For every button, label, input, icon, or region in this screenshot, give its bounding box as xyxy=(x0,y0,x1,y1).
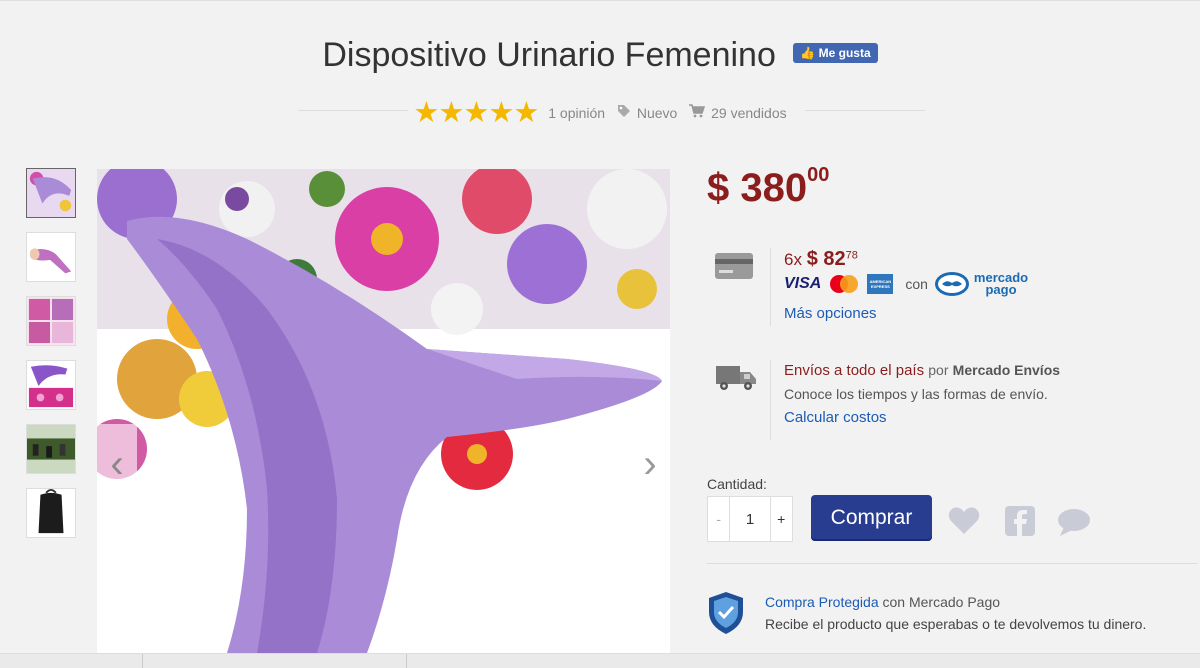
next-image-button[interactable]: › xyxy=(630,424,670,504)
shield-check-icon xyxy=(709,592,743,634)
payment-divider xyxy=(770,248,771,326)
quantity-decrease-button[interactable]: - xyxy=(708,497,731,541)
tab-separator xyxy=(406,654,407,668)
product-meta: ★★★★★ 1 opinión Nuevo 29 vendidos xyxy=(0,95,1200,129)
chevron-right-icon: › xyxy=(643,441,657,486)
payment-logos: VISA AMERICAN EXPRESS con mercado pago xyxy=(784,271,1028,297)
thumbnail-6[interactable] xyxy=(26,488,76,538)
prev-image-button[interactable]: ‹ xyxy=(97,424,137,504)
star-icon: ★ xyxy=(413,97,439,129)
mercado-pago-logo: mercado pago xyxy=(934,271,1028,297)
heart-icon[interactable] xyxy=(946,503,982,539)
rating-stars[interactable]: ★★★★★ xyxy=(413,97,542,129)
chat-bubble-icon[interactable] xyxy=(1056,503,1092,539)
thumbnail-list xyxy=(26,168,78,552)
star-icon: ★ xyxy=(513,97,539,129)
price-currency: $ xyxy=(707,166,730,210)
product-price: $ 38000 xyxy=(707,163,830,211)
installment-amount: 82 xyxy=(823,248,846,270)
protection-title: Compra Protegida con Mercado Pago xyxy=(765,594,1001,610)
thumbnail-1[interactable] xyxy=(26,168,76,218)
facebook-icon[interactable] xyxy=(1002,503,1038,539)
quantity-input[interactable]: 1 xyxy=(730,497,771,541)
main-product-image[interactable]: ‹ › xyxy=(97,169,670,653)
installment-cents: 78 xyxy=(845,249,858,262)
section-divider xyxy=(707,563,1197,564)
star-icon: ★ xyxy=(438,97,464,129)
credit-card-icon xyxy=(715,253,753,279)
mastercard-logo xyxy=(827,274,861,294)
truck-icon xyxy=(716,366,756,390)
buy-button[interactable]: Comprar xyxy=(811,495,932,541)
product-photo xyxy=(97,169,670,653)
quantity-stepper: - 1 + xyxy=(707,496,793,542)
quantity-increase-button[interactable]: + xyxy=(771,497,792,541)
protection-description: Recibe el producto que esperabas o te de… xyxy=(765,616,1147,632)
quantity-label: Cantidad: xyxy=(707,476,767,492)
more-options-link[interactable]: Más opciones xyxy=(784,305,877,322)
like-label: Me gusta xyxy=(818,46,871,61)
handshake-icon xyxy=(934,272,969,296)
chevron-left-icon: ‹ xyxy=(110,441,124,486)
thumbnail-3[interactable] xyxy=(26,296,76,346)
thumbnail-4[interactable] xyxy=(26,360,76,410)
facebook-like-button[interactable]: 👍 Me gusta xyxy=(793,43,878,64)
shipping-description: Conoce los tiempos y las formas de envío… xyxy=(784,386,1048,402)
tab-separator xyxy=(142,654,143,668)
opinions-link[interactable]: 1 opinión xyxy=(548,105,605,121)
calculate-shipping-link[interactable]: Calcular costos xyxy=(784,409,887,426)
star-icon: ★ xyxy=(463,97,489,129)
installments-prefix: 6x xyxy=(784,250,802,269)
sold-count: 29 vendidos xyxy=(711,104,787,121)
shipping-headline: Envíos a todo el país por Mercado Envíos xyxy=(784,362,1061,379)
visa-logo: VISA xyxy=(784,275,822,292)
installment-currency: $ xyxy=(806,248,818,270)
bottom-tab-bar xyxy=(0,653,1200,668)
protection-link[interactable]: Compra Protegida xyxy=(765,594,879,610)
cart-icon xyxy=(689,104,706,121)
amex-logo: AMERICAN EXPRESS xyxy=(867,274,894,294)
shipping-provider: Mercado Envíos xyxy=(952,362,1061,378)
price-cents: 00 xyxy=(807,163,830,186)
installments: 6x $ 8278 xyxy=(784,248,858,271)
star-icon: ★ xyxy=(488,97,514,129)
con-label: con xyxy=(905,276,928,292)
condition-label: Nuevo xyxy=(636,104,678,121)
product-title: Dispositivo Urinario Femenino xyxy=(322,36,776,74)
thumbnail-5[interactable] xyxy=(26,424,76,474)
product-header: Dispositivo Urinario Femenino 👍 Me gusta xyxy=(0,36,1200,75)
shipping-divider xyxy=(770,360,771,440)
top-divider xyxy=(0,0,1200,1)
tag-icon xyxy=(617,104,631,121)
thumbs-up-icon: 👍 xyxy=(800,46,816,61)
price-amount: 380 xyxy=(740,166,808,210)
thumbnail-2[interactable] xyxy=(26,232,76,282)
